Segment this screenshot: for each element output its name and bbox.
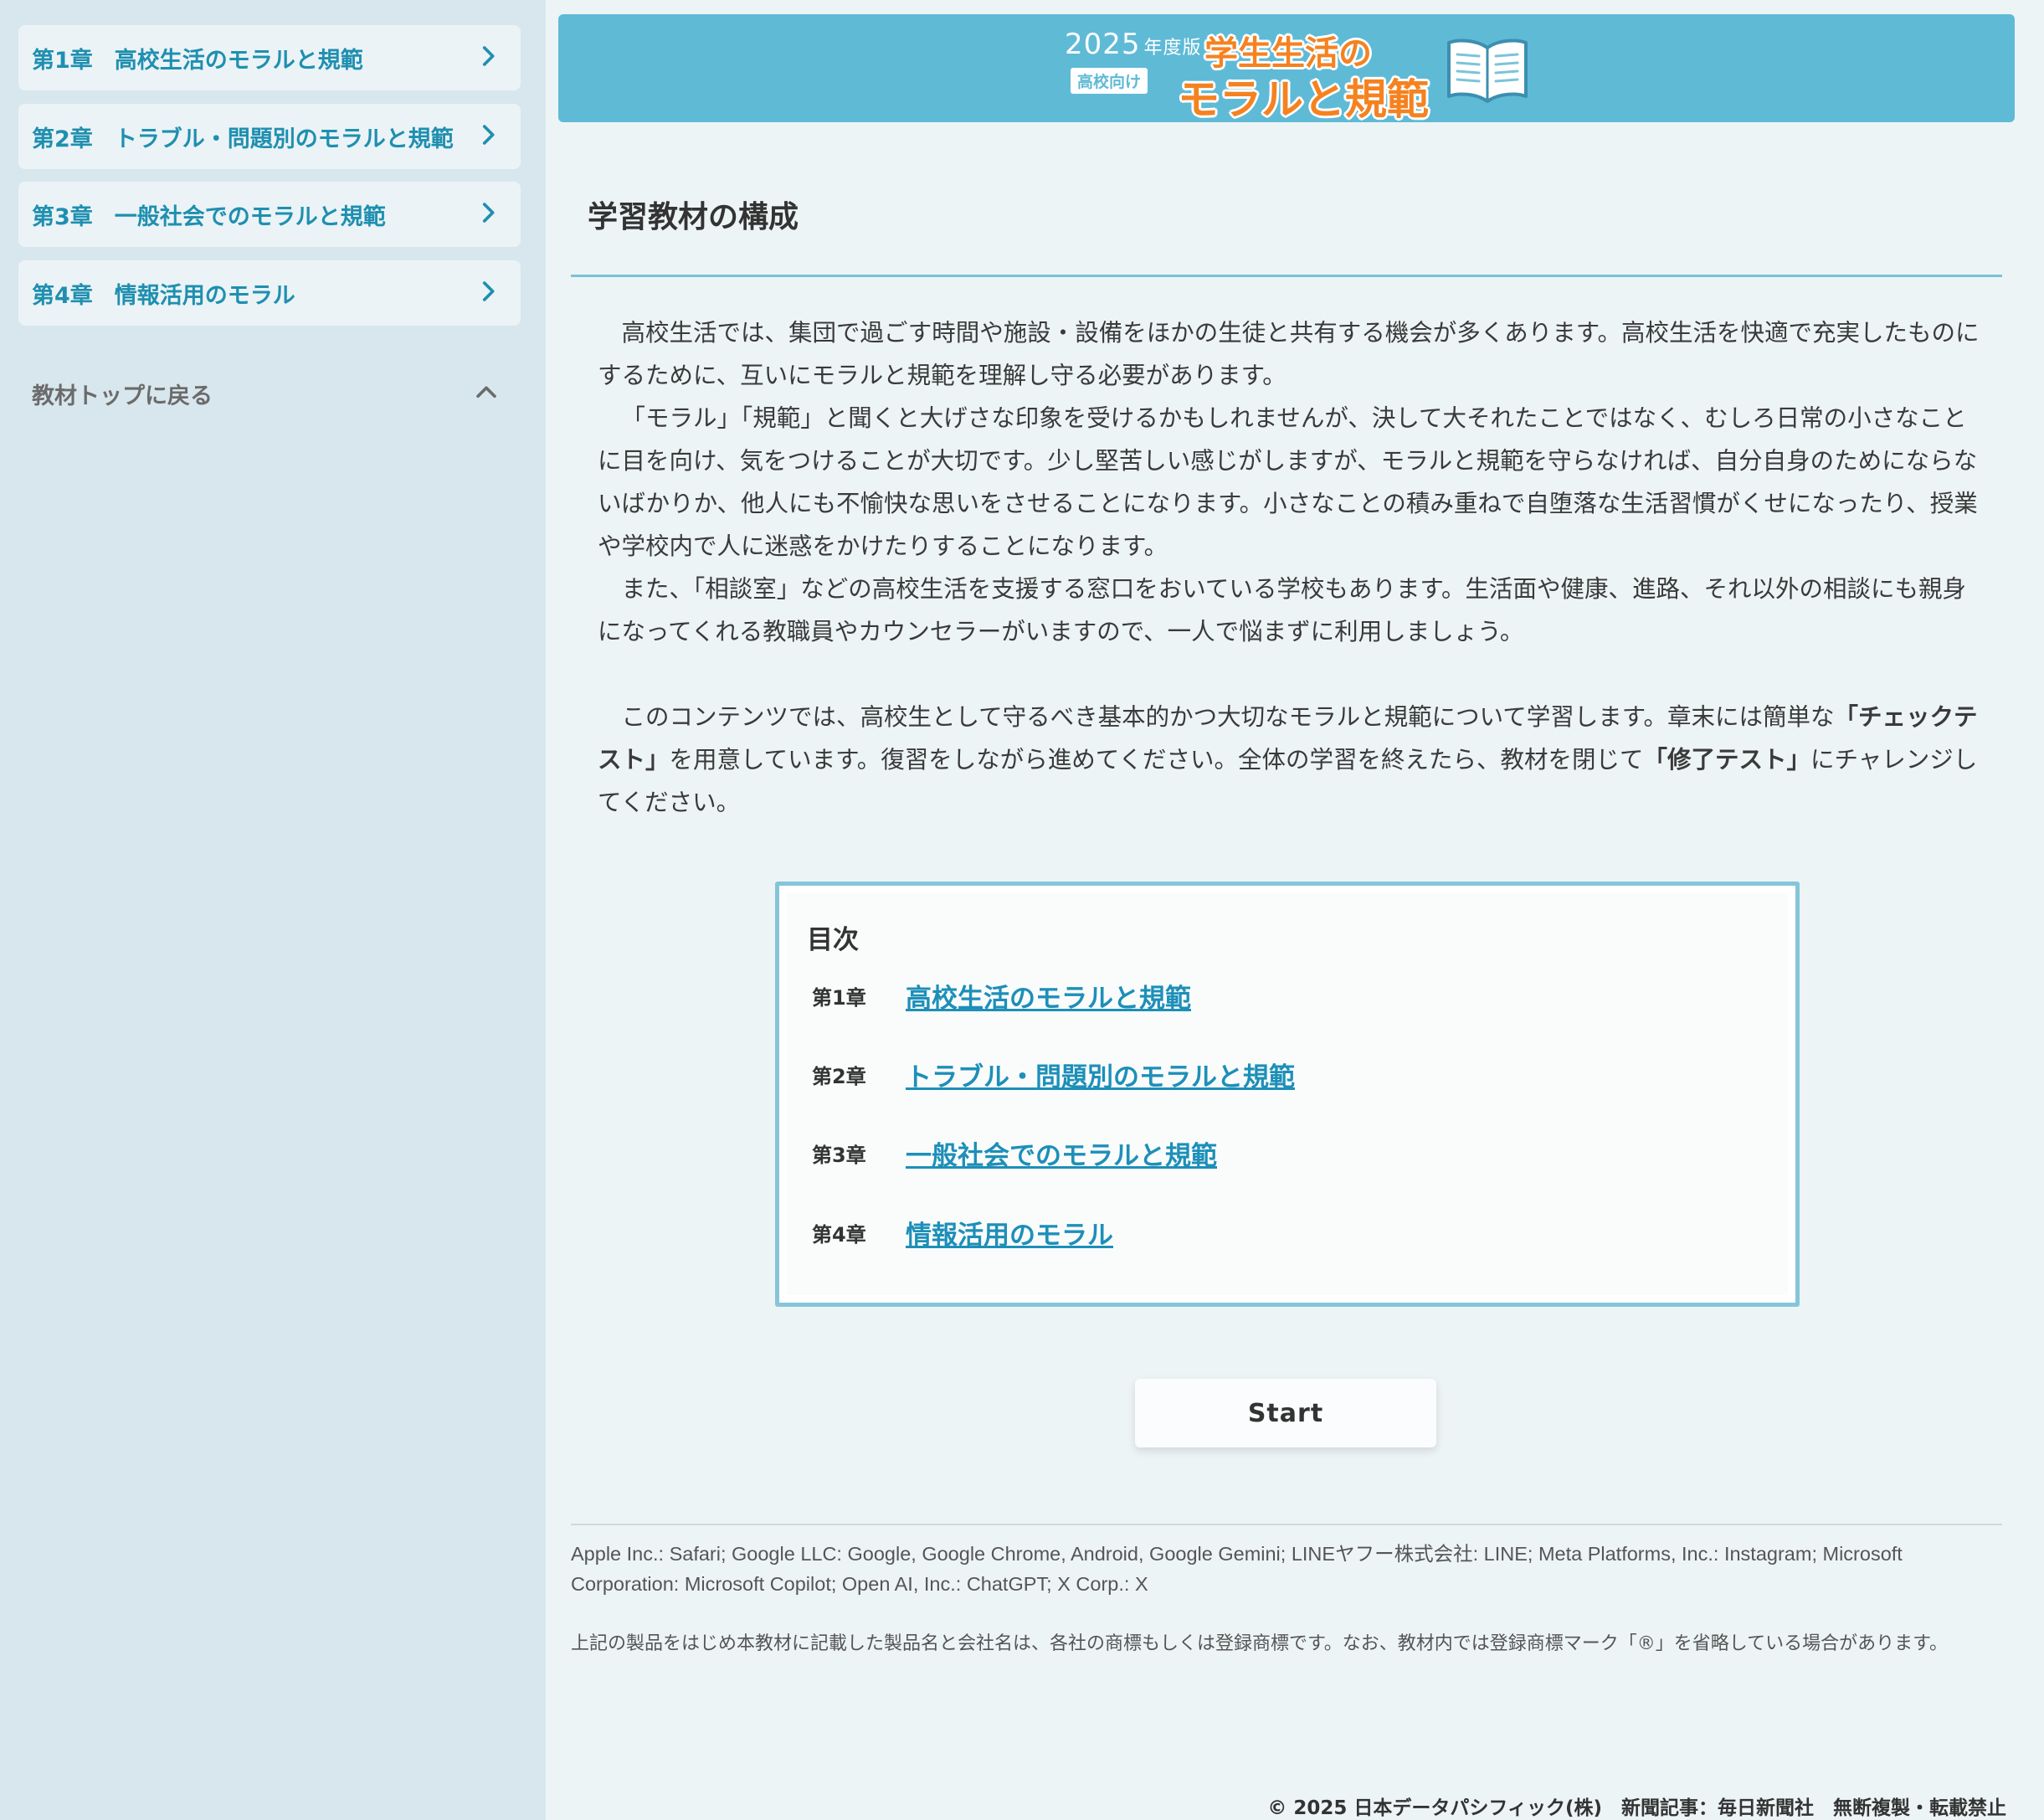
toc-chapter-number: 第3章 xyxy=(812,1143,866,1167)
main-content: 2025 年度版 高校向け 学生生活の モラルと規範 学習教材の構成 高校生活では… xyxy=(546,0,2044,1820)
toc-link-chapter-2[interactable]: トラブル・問題別のモラルと規範 xyxy=(906,1056,1295,1093)
chapter-title: 情報活用のモラル xyxy=(114,282,295,309)
chevron-up-icon xyxy=(476,386,496,398)
title-divider xyxy=(571,275,2002,277)
page-title: 学習教材の構成 xyxy=(588,200,799,234)
chevron-right-icon xyxy=(482,281,495,301)
text-run: を用意しています。復習をしながら進めてください。全体の学習を終えたら、教材を閉じ… xyxy=(669,746,1644,774)
toc-chapter-number: 第1章 xyxy=(812,985,866,1010)
intro-text: 高校生活では、集団で過ごす時間や施設・設備をほかの生徒と共有する機会が多くありま… xyxy=(598,311,1987,824)
chapter-title: 高校生活のモラルと規範 xyxy=(114,47,363,74)
copyright: © 2025 日本データパシフィック(株) 新聞記事：毎日新聞社 無断複製・転載… xyxy=(1267,1797,2006,1819)
banner-year: 2025 年度版 xyxy=(1065,28,1202,61)
paragraph: 高校生活では、集団で過ごす時間や施設・設備をほかの生徒と共有する機会が多くありま… xyxy=(598,319,1980,389)
sidebar-item-chapter-4[interactable]: 第4章 情報活用のモラル xyxy=(18,260,521,326)
trademark-list: Apple Inc.: Safari; Google LLC: Google, … xyxy=(571,1543,1903,1595)
sidebar-item-chapter-3[interactable]: 第3章 一般社会でのモラルと規範 xyxy=(18,182,521,247)
table-of-contents: 目次 第1章 高校生活のモラルと規範 第2章 トラブル・問題別のモラルと規範 第… xyxy=(775,882,1800,1307)
toc-row-chapter-1: 第1章 高校生活のモラルと規範 xyxy=(812,974,1191,1016)
toc-title: 目次 xyxy=(807,925,859,955)
toc-row-chapter-4: 第4章 情報活用のモラル xyxy=(812,1211,1113,1253)
toc-row-chapter-2: 第2章 トラブル・問題別のモラルと規範 xyxy=(812,1053,1295,1095)
paragraph: また、「相談室」などの高校生活を支援する窓口をおいている学校もあります。生活面や… xyxy=(598,575,1967,645)
paragraph: このコンテンツでは、高校生として守るべき基本的かつ大切なモラルと規範について学習… xyxy=(598,696,1987,824)
paragraph: 「モラル」「規範」と聞くと大げさな印象を受けるかもしれませんが、決して大それたこ… xyxy=(598,404,1978,560)
back-to-top-link[interactable]: 教材トップに戻る xyxy=(32,375,509,412)
text-run: このコンテンツでは、高校生として守るべき基本的かつ大切なモラルと規範について学習… xyxy=(621,703,1835,731)
toc-link-chapter-3[interactable]: 一般社会でのモラルと規範 xyxy=(906,1134,1217,1172)
toc-row-chapter-3: 第3章 一般社会でのモラルと規範 xyxy=(812,1132,1217,1174)
chapter-number: 第2章 xyxy=(32,126,93,152)
footer-divider xyxy=(571,1524,2002,1525)
back-to-top-label: 教材トップに戻る xyxy=(32,383,213,409)
toc-chapter-number: 第4章 xyxy=(812,1222,866,1247)
chapter-number: 第1章 xyxy=(32,47,93,74)
toc-chapter-number: 第2章 xyxy=(812,1064,866,1088)
book-icon xyxy=(1447,39,1528,103)
banner-title-line2: モラルと規範 xyxy=(1178,75,1429,124)
chevron-right-icon xyxy=(482,203,495,223)
toc-link-chapter-4[interactable]: 情報活用のモラル xyxy=(906,1214,1113,1252)
banner-year-number: 2025 xyxy=(1065,28,1141,61)
chevron-right-icon xyxy=(482,46,495,66)
banner-edition: 年度版 xyxy=(1143,38,1202,59)
header-banner: 2025 年度版 高校向け 学生生活の モラルと規範 xyxy=(558,14,2015,124)
trademark-note: 上記の製品をはじめ本教材に記載した製品名と会社名は、各社の商標もしくは登録商標で… xyxy=(571,1633,1948,1654)
banner-badge: 高校向け xyxy=(1071,68,1148,94)
final-test-emphasis: 「修了テスト」 xyxy=(1643,746,1810,774)
sidebar: 第1章 高校生活のモラルと規範 第2章 トラブル・問題別のモラルと規範 第3章 … xyxy=(0,0,546,1820)
chapter-number: 第3章 xyxy=(32,203,93,230)
toc-link-chapter-1[interactable]: 高校生活のモラルと規範 xyxy=(906,977,1191,1015)
start-button[interactable]: Start xyxy=(1135,1379,1436,1447)
chapter-title: トラブル・問題別のモラルと規範 xyxy=(114,126,454,152)
chevron-right-icon xyxy=(482,125,495,145)
chapter-number: 第4章 xyxy=(32,282,93,309)
sidebar-item-chapter-2[interactable]: 第2章 トラブル・問題別のモラルと規範 xyxy=(18,104,521,169)
sidebar-item-chapter-1[interactable]: 第1章 高校生活のモラルと規範 xyxy=(18,25,521,90)
chapter-title: 一般社会でのモラルと規範 xyxy=(114,203,386,230)
